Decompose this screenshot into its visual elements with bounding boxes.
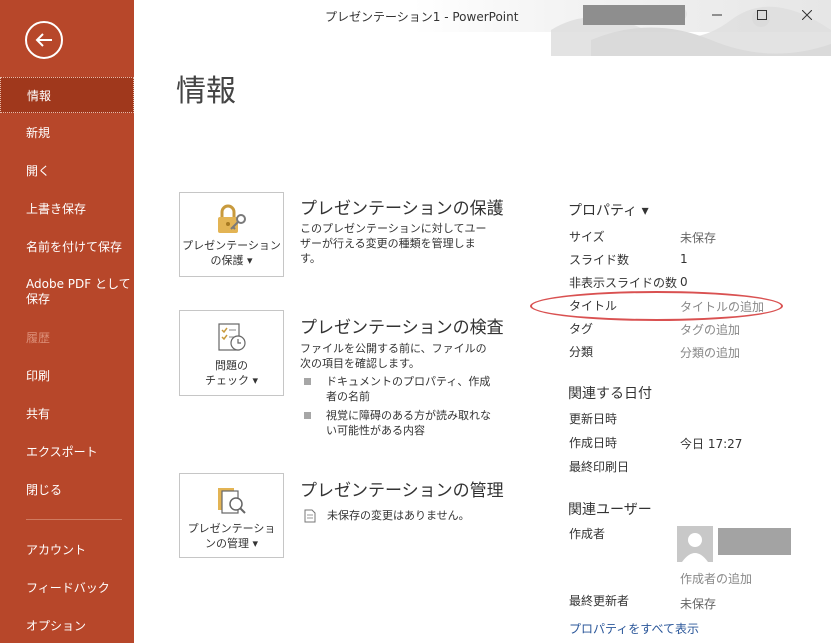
document-icon: [304, 509, 316, 523]
nav-info[interactable]: 情報: [0, 77, 134, 113]
account-name-redacted[interactable]: [583, 5, 685, 25]
inspect-title: プレゼンテーションの検査: [300, 318, 504, 338]
page-title: 情報: [176, 74, 236, 109]
protect-description: このプレゼンテーションに対してユーザーが行える変更の種類を管理します。: [300, 222, 487, 265]
window-title: プレゼンテーション1 - PowerPoint: [325, 10, 519, 24]
inspect-description: ファイルを公開する前に、ファイルの次の項目を確認します。: [300, 342, 487, 370]
check-button-label-2: チェック ▾: [204, 374, 259, 387]
prop-value-slide-count: 1: [680, 252, 688, 266]
inspect-bullet-item: 視覚に障碍のある方が読み取れない可能性がある内容: [304, 408, 494, 438]
prop-value-created: 今日 17:27: [680, 437, 743, 451]
nav-save-adobe-pdf[interactable]: Adobe PDF として保存: [0, 272, 134, 312]
prop-label-slide-count: スライド数: [569, 253, 630, 267]
protect-button-label-1: プレゼンテーション: [182, 239, 281, 252]
manage-presentation-button[interactable]: プレゼンテーショ ンの管理 ▾: [179, 473, 284, 558]
protect-title: プレゼンテーションの保護: [300, 199, 504, 219]
backstage-sidebar: 情報 新規 開く 上書き保存 名前を付けて保存 Adobe PDF として保存 …: [0, 0, 134, 643]
prop-label-last-printed: 最終印刷日: [569, 460, 630, 474]
protect-presentation-button[interactable]: プレゼンテーション の保護 ▾: [179, 192, 284, 277]
close-button[interactable]: [792, 4, 822, 26]
avatar: [677, 526, 713, 562]
add-category-field[interactable]: 分類の追加: [680, 344, 740, 361]
back-button[interactable]: [25, 21, 63, 59]
nav-close[interactable]: 閉じる: [0, 471, 134, 507]
manage-status: 未保存の変更はありません。: [327, 509, 470, 522]
nav-open[interactable]: 開く: [0, 152, 134, 188]
close-icon: [802, 10, 812, 20]
prop-label-tags: タグ: [569, 322, 594, 336]
nav-history: 履歴: [26, 330, 51, 345]
related-dates-header: 関連する日付: [568, 386, 652, 402]
manage-button-label-2: ンの管理 ▾: [204, 537, 259, 550]
lock-key-icon: [217, 204, 246, 233]
check-button-label-1: 問題の: [215, 359, 248, 372]
manage-title: プレゼンテーションの管理: [300, 481, 504, 501]
prop-value-size: 未保存: [680, 231, 717, 245]
show-all-properties-link[interactable]: プロパティをすべて表示: [569, 620, 699, 637]
checklist-clock-icon: [217, 323, 246, 351]
nav-save[interactable]: 上書き保存: [0, 190, 134, 226]
check-issues-button[interactable]: 問題の チェック ▾: [179, 310, 284, 396]
minimize-icon: [712, 14, 722, 16]
title-highlight-annotation: [530, 291, 783, 321]
maximize-button[interactable]: [747, 4, 777, 26]
maximize-icon: [757, 10, 767, 20]
nav-save-as[interactable]: 名前を付けて保存: [0, 228, 134, 264]
nav-export[interactable]: エクスポート: [0, 433, 134, 469]
prop-value-last-modified-by: 未保存: [680, 597, 717, 611]
nav-divider: [26, 519, 122, 520]
nav-account[interactable]: アカウント: [0, 531, 134, 567]
prop-label-modified: 更新日時: [569, 412, 618, 426]
document-search-icon: [217, 488, 246, 514]
prop-value-hidden-slides: 0: [680, 275, 688, 289]
nav-new[interactable]: 新規: [0, 114, 134, 150]
nav-share[interactable]: 共有: [0, 395, 134, 431]
prop-label-category: 分類: [569, 345, 594, 359]
minimize-button[interactable]: [702, 4, 732, 26]
prop-label-hidden-slides: 非表示スライドの数: [569, 276, 678, 290]
manage-button-label-1: プレゼンテーショ: [187, 522, 276, 535]
prop-label-created: 作成日時: [569, 436, 618, 450]
back-arrow-icon: [35, 33, 52, 47]
add-author-link[interactable]: 作成者の追加: [680, 570, 752, 587]
add-tags-field[interactable]: タグの追加: [680, 321, 740, 338]
inspect-bullet-item: ドキュメントのプロパティ、作成者の名前: [304, 374, 494, 404]
properties-dropdown[interactable]: プロパティ ▾: [568, 200, 649, 220]
prop-label-author: 作成者: [569, 527, 606, 541]
prop-label-size: サイズ: [569, 230, 605, 244]
protect-button-label-2: の保護 ▾: [210, 254, 253, 267]
person-icon: [682, 533, 708, 562]
nav-feedback[interactable]: フィードバック: [0, 569, 134, 605]
prop-label-last-modified-by: 最終更新者: [569, 594, 630, 608]
related-people-header: 関連ユーザー: [568, 502, 652, 518]
author-name-redacted: [718, 528, 791, 555]
nav-options[interactable]: オプション: [0, 607, 134, 643]
nav-print[interactable]: 印刷: [0, 357, 134, 393]
